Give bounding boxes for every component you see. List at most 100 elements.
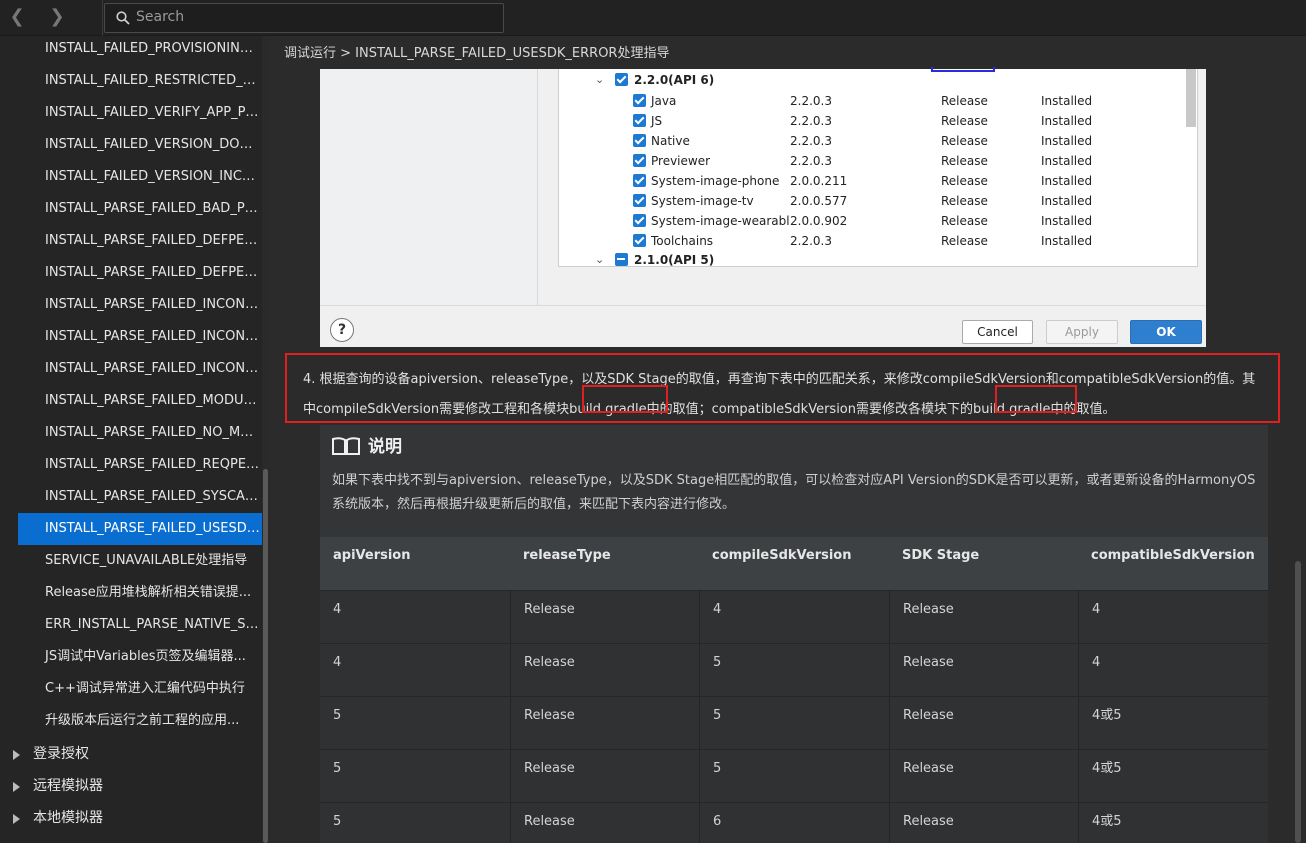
sdk-name: System-image-wearable	[651, 214, 789, 228]
sdk-row: System-image-tv 2.0.0.577 Release Instal…	[559, 191, 1197, 211]
sdk-status: Installed	[1041, 94, 1093, 108]
sdk-row: Native 2.2.0.3 Release Installed	[559, 131, 1197, 151]
chevron-down-icon: ⌄	[595, 253, 605, 266]
sdk-row: Previewer 2.2.0.3 Release Installed	[559, 151, 1197, 171]
table-cell: 5	[333, 761, 342, 776]
sidebar-item[interactable]: C++调试异常进入汇编代码中执行	[0, 673, 262, 705]
sdk-version: 2.0.0.577	[790, 194, 848, 208]
sdk-group-label: 2.2.0(API 6)	[634, 73, 715, 87]
sdk-status: Installed	[1041, 174, 1093, 188]
sidebar-item[interactable]: INSTALL_PARSE_FAILED_SYSCAP_...	[0, 481, 262, 513]
sdk-release: Release	[941, 154, 988, 168]
sdk-release: Release	[941, 214, 988, 228]
sdk-release: Release	[941, 94, 988, 108]
sdk-version: 2.0.0.902	[790, 214, 848, 228]
sidebar-item[interactable]: SERVICE_UNAVAILABLE处理指导	[0, 545, 262, 577]
sidebar-group-label: 本地模拟器	[33, 810, 103, 826]
table-header-cell: compileSdkVersion	[712, 548, 852, 563]
sidebar-item[interactable]: INSTALL_PARSE_FAILED_INCONS...	[0, 289, 262, 321]
search-input[interactable]: Search	[104, 3, 504, 33]
sidebar-item[interactable]: INSTALL_PARSE_FAILED_INCONS...	[0, 321, 262, 353]
sidebar-scrollbar-thumb[interactable]	[263, 469, 268, 843]
main-content: 调试运行 > INSTALL_PARSE_FAILED_USESDK_ERROR…	[270, 36, 1306, 843]
sdk-status: Installed	[1041, 234, 1093, 248]
book-icon	[332, 437, 360, 455]
sdk-row: Java 2.2.0.3 Release Installed	[559, 91, 1197, 111]
search-icon	[116, 11, 130, 25]
sdk-version: 2.2.0.3	[790, 114, 832, 128]
checkbox-icon	[633, 94, 646, 107]
table-cell: Release	[889, 697, 1078, 750]
partial-checkbox-icon	[615, 253, 628, 266]
table-cell: 4	[1078, 591, 1268, 644]
table-cell: 4	[333, 655, 342, 670]
table-header-cell: apiVersion	[333, 548, 411, 563]
sidebar-group-login[interactable]: 登录授权	[0, 738, 262, 770]
sidebar-item-active[interactable]: INSTALL_PARSE_FAILED_USESDK...	[18, 513, 262, 545]
sidebar-group-label: 远程模拟器	[33, 778, 103, 794]
table-header-cell: releaseType	[523, 548, 611, 563]
sidebar-group-local-emulator[interactable]: 本地模拟器	[0, 802, 262, 834]
sidebar-item[interactable]: INSTALL_PARSE_FAILED_NO_MAI...	[0, 417, 262, 449]
table-row: 4 Release 5 Release 4	[320, 643, 1268, 697]
sidebar-item[interactable]: ERR_INSTALL_PARSE_NATIVE_SO...	[0, 609, 262, 641]
sdk-group-row: ⌄ 2.1.0(API 5)	[559, 250, 1197, 266]
sdk-name: System-image-phone	[651, 174, 780, 188]
forward-arrow-icon[interactable]: ❯	[46, 6, 68, 28]
table-header-cell: compatibleSdkVersion	[1091, 548, 1255, 563]
checkbox-icon	[615, 73, 628, 86]
highlight-mark	[931, 67, 995, 72]
sdk-version: 2.0.0.211	[790, 174, 848, 188]
table-row: 5 Release 5 Release 4或5	[320, 749, 1268, 803]
sidebar-item[interactable]: INSTALL_FAILED_PROVISIONING...	[0, 36, 262, 65]
table-cell: 5	[333, 814, 342, 829]
table-cell: 4或5	[1078, 750, 1268, 803]
sdk-name: Toolchains	[651, 234, 714, 248]
sdk-name: Native	[651, 134, 690, 148]
sidebar-group-remote-emulator[interactable]: 远程模拟器	[0, 770, 262, 802]
checkbox-icon	[633, 154, 646, 167]
ok-button: OK	[1130, 320, 1202, 344]
sdk-name: System-image-tv	[651, 194, 754, 208]
back-arrow-icon[interactable]: ❮	[6, 6, 28, 28]
sidebar-item[interactable]: INSTALL_FAILED_VERSION_INCO...	[0, 161, 262, 193]
sidebar-item[interactable]: INSTALL_PARSE_FAILED_MODUL...	[0, 385, 262, 417]
sidebar-item[interactable]: INSTALL_FAILED_VERSION_DOW...	[0, 129, 262, 161]
checkbox-icon	[633, 234, 646, 247]
sidebar-item[interactable]: INSTALL_PARSE_FAILED_BAD_PR...	[0, 193, 262, 225]
sidebar-item[interactable]: INSTALL_PARSE_FAILED_DEFPER...	[0, 257, 262, 289]
sidebar-item[interactable]: INSTALL_PARSE_FAILED_INCONS...	[0, 353, 262, 385]
sdk-status: Installed	[1041, 194, 1093, 208]
sidebar-item[interactable]: INSTALL_FAILED_RESTRICTED_PE...	[0, 65, 262, 97]
sdk-list-scrollbar	[1186, 69, 1196, 127]
table-row: 5 Release 5 Release 4或5	[320, 696, 1268, 750]
sidebar-item[interactable]: INSTALL_PARSE_FAILED_DEFPER...	[0, 225, 262, 257]
sdk-version: 2.2.0.3	[790, 94, 832, 108]
sdk-version: 2.2.0.3	[790, 154, 832, 168]
sidebar-item[interactable]: INSTALL_PARSE_FAILED_REQPER...	[0, 449, 262, 481]
sdk-row: Toolchains 2.2.0.3 Release Installed	[559, 231, 1197, 251]
sdk-release: Release	[941, 234, 988, 248]
main-scrollbar-thumb[interactable]	[1295, 561, 1301, 843]
sidebar-item[interactable]: 升级版本后运行之前工程的应用...	[0, 705, 262, 737]
caret-right-icon	[13, 782, 20, 792]
table-cell: Release	[510, 644, 699, 697]
checkbox-icon	[633, 194, 646, 207]
sdk-group-row: ⌄ 2.2.0(API 6)	[559, 70, 1197, 90]
sidebar-item[interactable]: INSTALL_FAILED_VERIFY_APP_PK...	[0, 97, 262, 129]
sdk-release: Release	[941, 194, 988, 208]
sdk-row: System-image-wearable 2.0.0.902 Release …	[559, 211, 1197, 231]
checkbox-icon	[633, 114, 646, 127]
sidebar-item[interactable]: JS调试中Variables页签及编辑器...	[0, 641, 262, 673]
table-cell: Release	[510, 750, 699, 803]
sdk-release: Release	[941, 174, 988, 188]
sidebar-item[interactable]: Release应用堆栈解析相关错误提...	[0, 577, 262, 609]
sdk-status: Installed	[1041, 214, 1093, 228]
step-line-1: 4. 根据查询的设备apiversion、releaseType，以及SDK S…	[303, 372, 1256, 387]
table-header: apiVersion releaseType compileSdkVersion…	[320, 537, 1268, 590]
sdk-status: Installed	[1041, 154, 1093, 168]
dialog-footer: ? Cancel Apply OK	[320, 305, 1206, 347]
table-cell: 5	[699, 697, 889, 750]
checkbox-icon	[633, 134, 646, 147]
sdk-version: 2.2.0.3	[790, 134, 832, 148]
